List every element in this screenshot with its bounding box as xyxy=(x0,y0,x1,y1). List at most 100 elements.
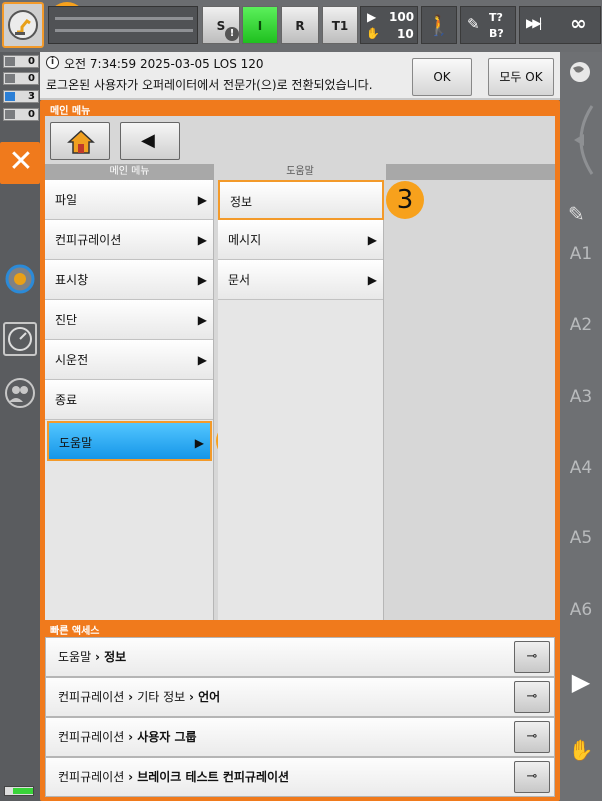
info-icon xyxy=(5,92,15,101)
pin-icon[interactable]: ⊸ xyxy=(514,641,550,673)
wait-count: 0 xyxy=(28,109,35,120)
message-text: 로그온된 사용자가 오퍼레이터에서 전문가(으)로 전환되었습니다. xyxy=(46,78,373,92)
walking-person-icon: 🚶 xyxy=(426,13,452,37)
robot-icon xyxy=(8,10,38,40)
quick-access-row[interactable]: 컨피규레이션 › 브레이크 테스트 컨피규레이션 ⊸ xyxy=(45,757,555,797)
help-submenu-column: 정보 메시지 ▶ 문서 ▶ xyxy=(218,180,384,620)
axis-a1-label[interactable]: A1 xyxy=(566,244,596,264)
close-menu-button[interactable]: ✕ xyxy=(0,142,40,184)
menu-item-display[interactable]: 표시창 ▶ xyxy=(45,260,213,300)
menu-item-label: 시운전 xyxy=(55,353,89,367)
menu-item-diagnosis[interactable]: 진단 ▶ xyxy=(45,300,213,340)
submenu-arrow-icon: ▶ xyxy=(367,273,377,287)
menu-item-label: 도움말 xyxy=(59,436,93,450)
menu-item-commissioning[interactable]: 시운전 ▶ xyxy=(45,340,213,380)
drives-status-button[interactable]: I xyxy=(242,6,278,44)
main-menu-column: 파일 ▶ 컨피규레이션 ▶ 표시창 ▶ 진단 ▶ 시운전 ▶ 종료 도움말 ▶ xyxy=(45,180,214,620)
jog-hand-icon[interactable]: ✋ xyxy=(568,738,594,764)
robot-menu-button[interactable] xyxy=(2,2,44,48)
menu-item-label: 진단 xyxy=(55,313,78,327)
warning-count: 0 xyxy=(28,73,35,84)
submenu-arrow-icon: ▶ xyxy=(197,313,207,327)
qa-separator: › xyxy=(94,650,105,664)
tool-base-button[interactable]: ✎ T? B? xyxy=(460,6,516,44)
menu-item-documents[interactable]: 문서 ▶ xyxy=(218,260,383,300)
home-icon xyxy=(67,129,95,154)
menu-item-label: 파일 xyxy=(55,193,78,207)
pin-icon[interactable]: ⊸ xyxy=(514,721,550,753)
menu-item-label: 정보 xyxy=(230,195,253,209)
axis-a6-label[interactable]: A6 xyxy=(566,600,596,620)
operation-mode-button[interactable]: T1 xyxy=(322,6,358,44)
program-progress-display xyxy=(48,6,198,44)
pin-icon[interactable]: ⊸ xyxy=(514,681,550,713)
all-ok-button[interactable]: 모두 OK xyxy=(488,58,554,96)
qa-path-target: 사용자 그룹 xyxy=(137,730,197,744)
override-button[interactable]: ▶ 100 ✋ 10 xyxy=(360,6,418,44)
user-group-icon[interactable] xyxy=(3,376,37,410)
info-icon: i xyxy=(46,56,59,69)
menu-item-shutdown[interactable]: 종료 xyxy=(45,380,213,420)
jog-rotate-icon[interactable] xyxy=(562,98,600,182)
tool-frame-icon[interactable]: ✎ xyxy=(568,202,592,226)
info-counter[interactable]: 3 xyxy=(3,90,39,103)
axis-a4-label[interactable]: A4 xyxy=(566,458,596,478)
main-menu-title: 메인 메뉴 xyxy=(50,106,91,117)
qa-separator: › xyxy=(128,770,138,784)
axis-a3-label[interactable]: A3 xyxy=(566,387,596,407)
menu-item-help[interactable]: 도움말 ▶ xyxy=(47,421,212,461)
error-icon xyxy=(5,57,15,66)
progress-line xyxy=(55,17,193,20)
warning-icon: ! xyxy=(225,27,239,41)
menu-item-info[interactable]: 정보 xyxy=(218,180,384,220)
start-play-icon[interactable]: ▶ xyxy=(568,668,594,696)
program-override-value: 100 xyxy=(389,10,415,24)
s-label: S xyxy=(216,19,226,33)
qa-separator: › xyxy=(128,730,138,744)
warning-icon xyxy=(5,74,15,83)
qa-path-part: 도움말 xyxy=(58,650,95,664)
submit-status-button[interactable]: S ! xyxy=(202,6,240,44)
menu-item-messages[interactable]: 메시지 ▶ xyxy=(218,220,383,260)
menu-item-configuration[interactable]: 컨피규레이션 ▶ xyxy=(45,220,213,260)
menu-item-file[interactable]: 파일 ▶ xyxy=(45,180,213,220)
qa-path-part: 컨피규레이션 xyxy=(58,730,129,744)
qa-path-target: 정보 xyxy=(104,650,127,664)
ok-button[interactable]: OK xyxy=(412,58,472,96)
run-mode-button[interactable]: ▶▶| ∞ xyxy=(519,6,601,44)
warning-counter[interactable]: 0 xyxy=(3,72,39,85)
robot-interpreter-button[interactable]: R xyxy=(281,6,319,44)
message-window: i 오전 7:34:59 2025-03-05 LOS 120 로그온된 사용자… xyxy=(40,52,560,100)
jog-override-value: 10 xyxy=(397,27,414,41)
submenu-arrow-icon: ▶ xyxy=(194,436,204,450)
quick-access-title: 빠른 액세스 xyxy=(50,626,100,637)
axis-a5-label[interactable]: A5 xyxy=(566,528,596,548)
close-icon: ✕ xyxy=(8,144,34,179)
battery-icon xyxy=(4,786,34,796)
menu-item-label: 표시창 xyxy=(55,273,89,287)
callout-badge-3: 3 xyxy=(386,181,424,219)
error-counter[interactable]: 0 xyxy=(3,55,39,68)
walk-mode-button[interactable]: 🚶 xyxy=(421,6,457,44)
submenu-arrow-icon: ▶ xyxy=(197,233,207,247)
back-arrow-icon: ◀ xyxy=(141,130,155,151)
pin-icon[interactable]: ⊸ xyxy=(514,761,550,793)
jog-hand-icon: ✋ xyxy=(366,27,380,40)
quick-access-row[interactable]: 컨피규레이션 › 기타 정보 › 언어 ⊸ xyxy=(45,677,555,717)
col2-header: 도움말 xyxy=(214,164,386,180)
back-button[interactable]: ◀ xyxy=(120,122,180,160)
axis-a2-label[interactable]: A2 xyxy=(566,315,596,335)
error-count: 0 xyxy=(28,56,35,67)
globe-icon[interactable] xyxy=(568,60,592,84)
home-button[interactable] xyxy=(50,122,110,160)
stopwatch-icon[interactable] xyxy=(3,322,37,356)
menu-item-label: 문서 xyxy=(228,273,251,287)
quick-access-row[interactable]: 도움말 › 정보 ⊸ xyxy=(45,637,555,677)
quick-access-row[interactable]: 컨피규레이션 › 사용자 그룹 ⊸ xyxy=(45,717,555,757)
wait-counter[interactable]: 0 xyxy=(3,108,39,121)
submenu-arrow-icon: ▶ xyxy=(197,193,207,207)
fast-forward-icon: ▶▶| xyxy=(526,16,542,30)
robot-settings-icon[interactable] xyxy=(3,262,37,296)
qa-path-target: 브레이크 테스트 컨피규레이션 xyxy=(137,770,290,784)
tool-icon: ✎ xyxy=(467,15,480,33)
